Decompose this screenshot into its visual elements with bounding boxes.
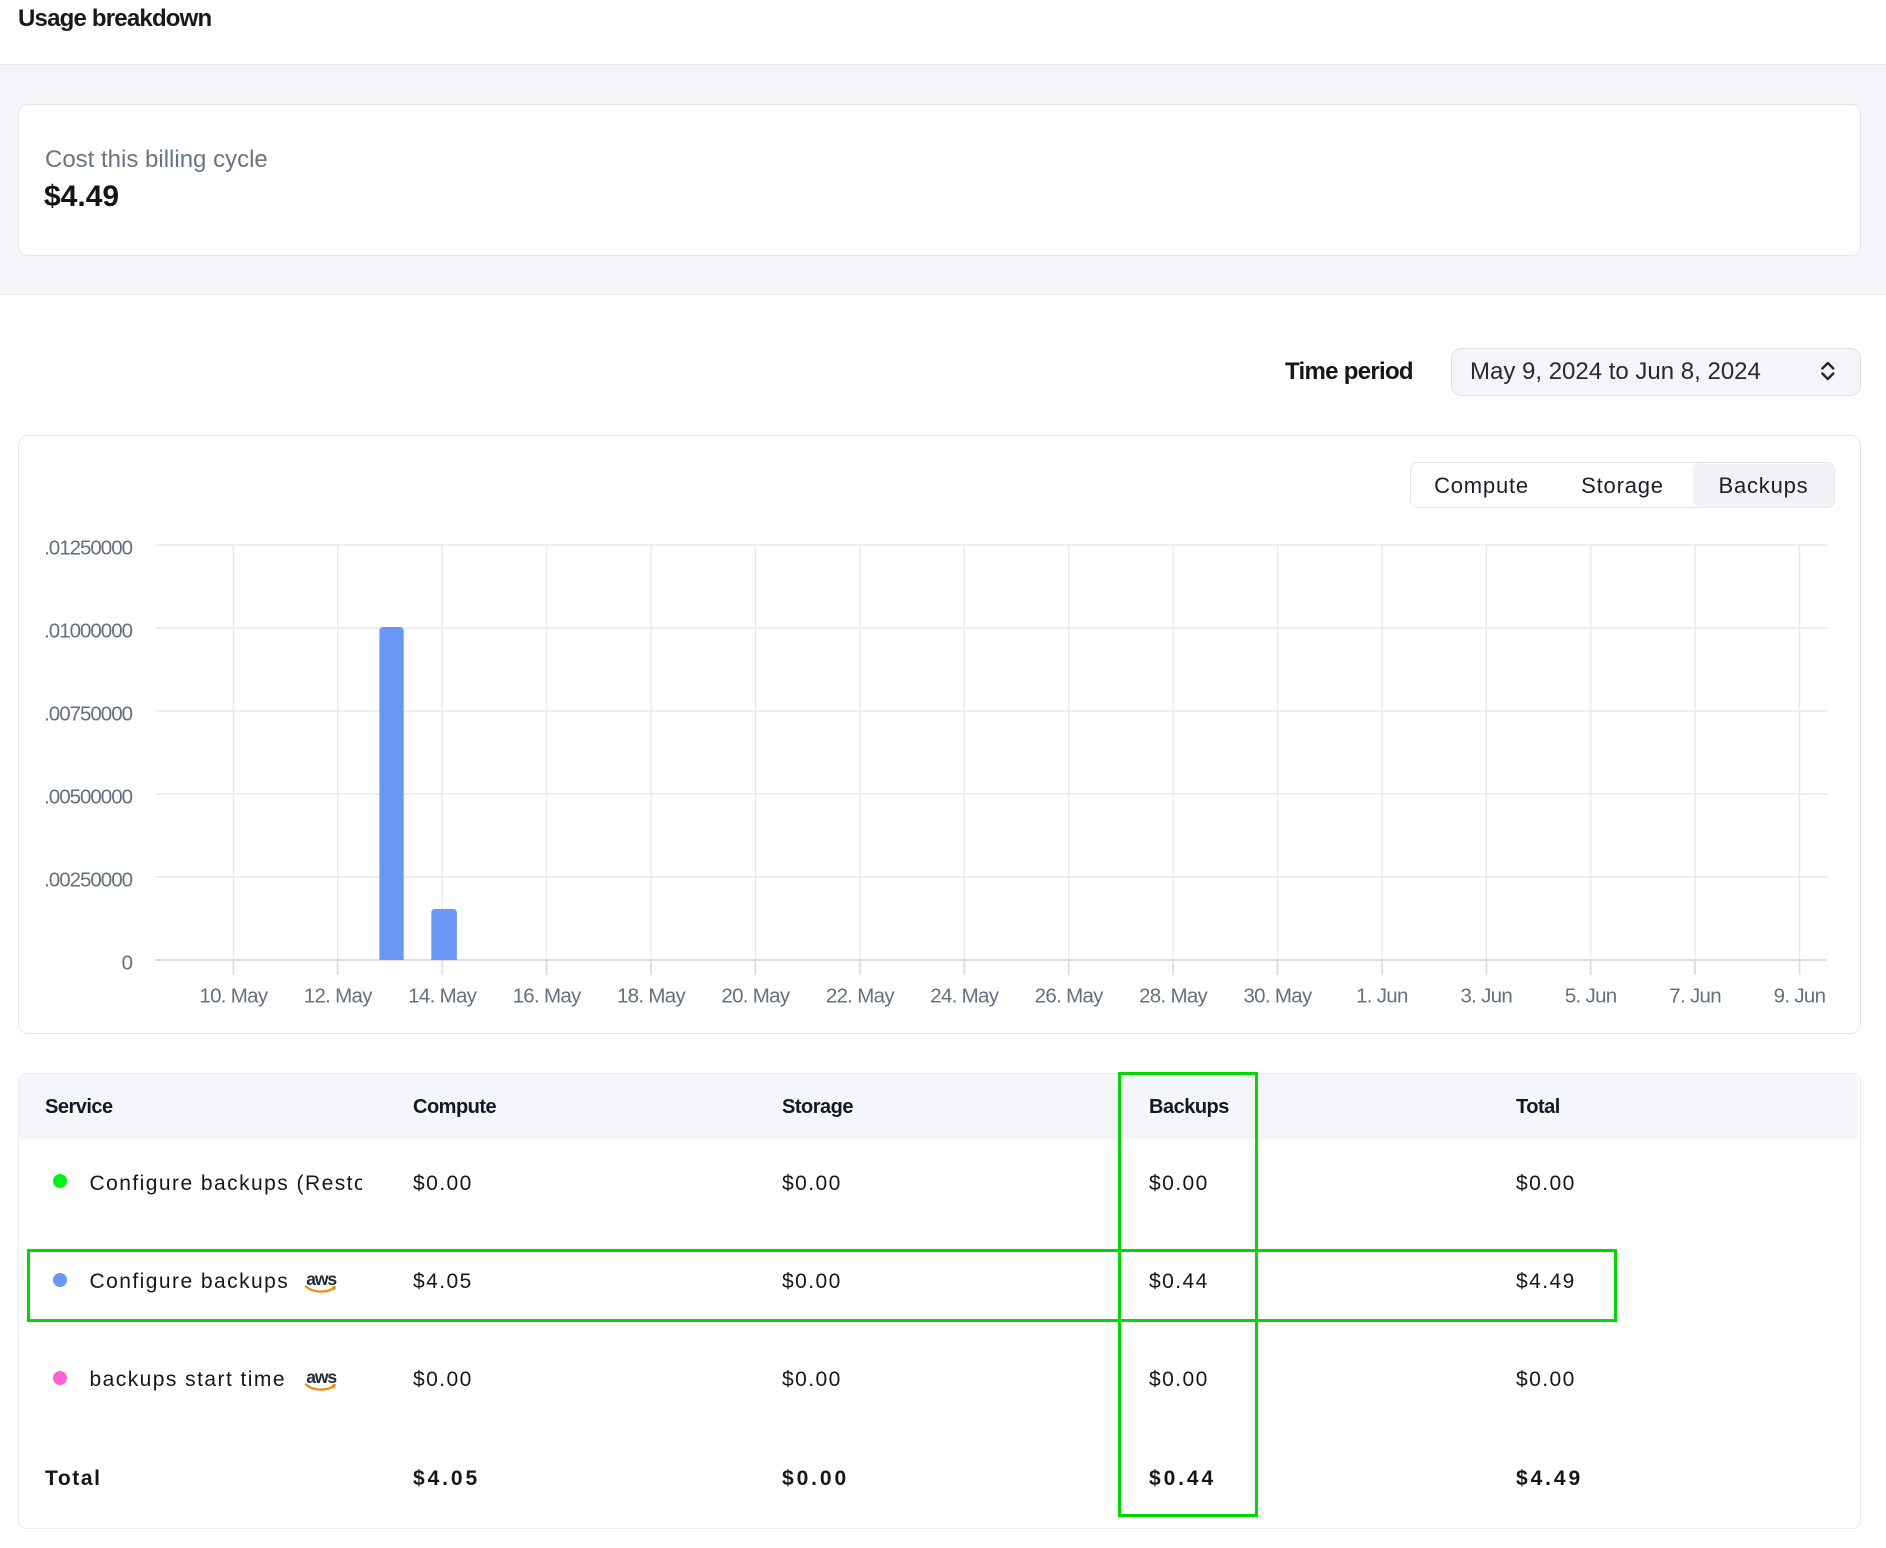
svg-text:.00500000: .00500000 — [44, 786, 133, 809]
svg-text:1. Jun: 1. Jun — [1356, 985, 1408, 1008]
svg-text:26. May: 26. May — [1035, 985, 1104, 1008]
svg-text:18. May: 18. May — [617, 985, 686, 1008]
svg-text:16. May: 16. May — [513, 985, 582, 1008]
svg-text:.01250000: .01250000 — [44, 537, 133, 560]
svg-text:12. May: 12. May — [304, 985, 373, 1008]
svg-text:24. May: 24. May — [930, 985, 999, 1008]
svg-text:.00750000: .00750000 — [44, 703, 133, 726]
svg-text:22. May: 22. May — [826, 985, 895, 1008]
svg-text:3. Jun: 3. Jun — [1460, 985, 1512, 1008]
svg-text:10. May: 10. May — [199, 985, 268, 1008]
svg-text:7. Jun: 7. Jun — [1669, 985, 1721, 1008]
svg-text:14. May: 14. May — [408, 985, 477, 1008]
svg-text:5. Jun: 5. Jun — [1565, 985, 1617, 1008]
svg-text:28. May: 28. May — [1139, 985, 1208, 1008]
svg-text:0: 0 — [122, 952, 133, 975]
svg-text:30. May: 30. May — [1243, 985, 1312, 1008]
svg-text:.01000000: .01000000 — [44, 620, 133, 643]
svg-text:.00250000: .00250000 — [44, 869, 133, 892]
svg-text:9. Jun: 9. Jun — [1774, 985, 1826, 1008]
svg-text:20. May: 20. May — [721, 985, 790, 1008]
